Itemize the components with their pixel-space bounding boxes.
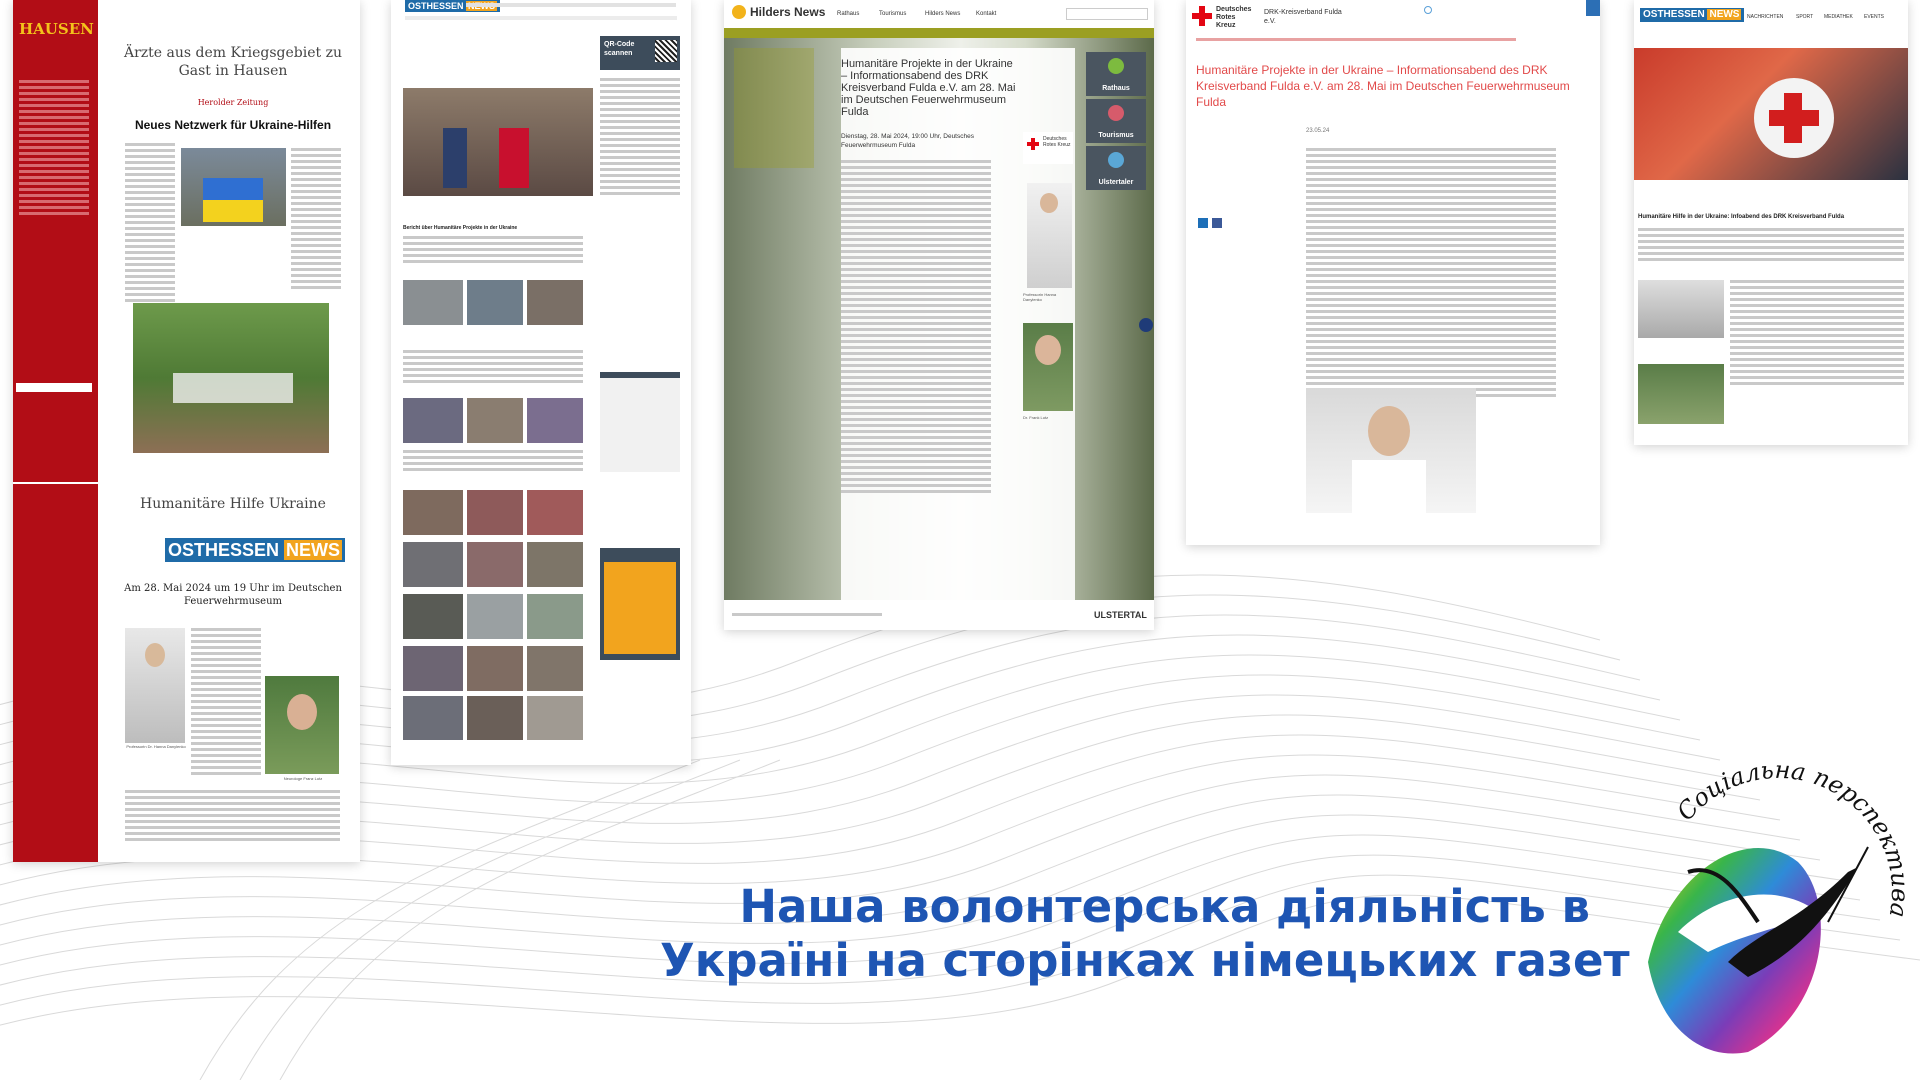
hilders-sidebar-panel [734,48,814,168]
drk-article-text [1306,148,1556,400]
osthessen-right-text-col [1730,280,1904,388]
osthessen-header: OSTHESSEN NEWS NACHRICHTEN SPORT MEDIATH… [1634,0,1908,32]
hilders-footer: ULSTERTAL [724,600,1154,630]
caption-lutz: Neurologe Franz Lutz [283,776,323,781]
sidebar-link-ulstertaler[interactable]: Ulstertaler [1086,146,1146,190]
osthessen-news-logo: OSTHESSEN NEWS [1640,8,1745,22]
newspaper-name: Herolder Zeitung [197,98,269,107]
hilders-brand: Hilders News [750,5,826,19]
photo-group-event [403,88,593,196]
osthessen-right-text [1638,228,1904,264]
hilders-search-input[interactable] [1066,8,1148,20]
headline-line-2: Україні на сторінках німецьких газет [660,934,1630,987]
photo-neurologe-lutz [265,676,339,774]
osthessen-photo-gallery [403,280,583,740]
photo-lutz-small [1638,364,1724,424]
social-share-icons[interactable] [1198,215,1223,233]
hausen-newspaper-text-left [125,143,175,305]
menu-icon[interactable] [1586,0,1600,16]
hausen-nav-menu [19,80,89,218]
twitter-icon[interactable] [1198,218,1208,228]
hausen-article1-title: Ärzte aus dem Kriegsgebiet zu Gast in Ha… [123,45,342,79]
podcast-box[interactable] [600,548,680,660]
facebook-icon[interactable] [1212,218,1223,228]
hausen-logo: HAUSEN [19,20,94,38]
hilders-nav-rathaus[interactable]: Rathaus [837,11,859,17]
footer-brand: ULSTERTAL [1094,610,1147,620]
search-icon[interactable] [1424,6,1432,14]
headline-line-1: Наша волонтерська діяльність в [739,880,1590,933]
drk-org-label: Deutsches Rotes Kreuz [1216,6,1252,29]
photo-drk-jacket [1634,48,1908,180]
drk-logo-small: Deutsches Rotes Kreuz [1023,132,1073,164]
photo-garden-dinner [133,303,329,453]
hausen-article2-title: Humanitäre Hilfe Ukraine [140,496,326,512]
drk-article-date: 23.05.24 [1306,128,1330,134]
osthessen-nav-bar [466,3,676,7]
hilders-nav-tourismus[interactable]: Tourismus [879,11,906,17]
photo-danylenko-portrait [1306,388,1476,513]
hausen-article2-text-bottom [125,790,340,844]
hausen-website-screenshot: HAUSEN Ärzte aus dem Kriegsgebiet zu Gas… [13,0,360,862]
osthessen-right-article-title: Humanitäre Hilfe in der Ukraine: Infoabe… [1638,214,1845,220]
osthessen-article-text [403,236,583,266]
photo-professor-danylenko [125,628,185,743]
photo-danylenko-small [1638,280,1724,338]
hilders-article-text [841,160,991,496]
hausen-newspaper-text-right [291,148,341,292]
caption-hilders-lutz: Dr. Frank Lutz [1023,415,1049,420]
sidebar-link-tourismus[interactable]: Tourismus [1086,99,1146,143]
osthessen-article-title: Bericht über Humanitäre Projekte in der … [403,225,518,231]
hilders-header: Hilders News Rathaus Tourismus Hilders N… [724,0,1154,28]
accessibility-icon[interactable] [1139,318,1153,332]
drk-org-name: DRK-Kreisverband Fulda e.V. [1264,9,1342,25]
nav-sport[interactable]: SPORT [1796,14,1813,20]
hilders-nav-news[interactable]: Hilders News [925,11,960,17]
osthessen-sidebar-box [600,372,680,472]
hilders-content-panel: Humanitäre Projekte in der Ukraine – Inf… [841,48,1075,600]
hilders-nav-kontakt[interactable]: Kontakt [976,11,996,17]
hausen-article2-text-col [191,628,261,778]
hausen-sidebar: HAUSEN [13,0,98,862]
nav-events[interactable]: EVENTS [1864,14,1884,20]
qr-code-icon [655,40,677,62]
osthessen-sidebar-text [600,78,680,198]
photo-danylenko [1027,183,1072,288]
hilders-logo-icon [732,5,746,19]
hilders-breadcrumb-bar [724,28,1154,38]
hilders-event-info: Dienstag, 28. Mai 2024, 19:00 Uhr, Deuts… [841,133,974,149]
osthessen-news-logo: OSTHESSEN NEWS [165,538,346,562]
drk-fulda-screenshot: Deutsches Rotes Kreuz DRK-Kreisverband F… [1186,0,1600,545]
drk-breadcrumb [1196,38,1516,44]
drk-article-title: Humanitäre Projekte in der Ukraine – Inf… [1196,63,1570,109]
nav-mediathek[interactable]: MEDIATHEK [1824,14,1853,20]
osthessen-news-screenshot-right: OSTHESSEN NEWS NACHRICHTEN SPORT MEDIATH… [1634,0,1908,445]
nav-nachrichten[interactable]: NACHRICHTEN [1747,14,1783,20]
caption-danylenko: Professorin Dr. Hanna Danylenko [126,744,186,749]
social-perspective-logo: Соціальна перспектива [1648,756,1914,1054]
hausen-search-input[interactable] [16,383,92,392]
qr-code-label: QR-Code scannen [604,41,635,57]
hausen-article-headline: Neues Netzwerk für Ukraine-Hilfen [134,118,332,132]
hilders-side-buttons: Rathaus Tourismus Ulstertaler [1086,52,1146,190]
osthessen-subnav-bar [405,16,677,20]
osthessen-news-screenshot: OSTHESSEN NEWS QR-Code scannen Bericht ü… [391,0,691,765]
qr-code-box[interactable]: QR-Code scannen [600,36,680,70]
page-headline: Наша волонтерська діяльність в Україні н… [660,880,1630,988]
hausen-article2-headline: Am 28. Mai 2024 um 19 Uhr im Deutschen F… [124,583,342,607]
hilders-article-title: Humanitäre Projekte in der Ukraine – Inf… [841,58,1016,118]
hilders-news-screenshot: Hilders News Rathaus Tourismus Hilders N… [724,0,1154,630]
caption-hilders-danylenko: Professorin Hanna Danylenko [1023,292,1057,302]
sidebar-link-rathaus[interactable]: Rathaus [1086,52,1146,96]
drk-logo [1192,6,1212,26]
photo-lutz [1023,323,1073,411]
photo-ukraine-flag-group [181,148,286,226]
